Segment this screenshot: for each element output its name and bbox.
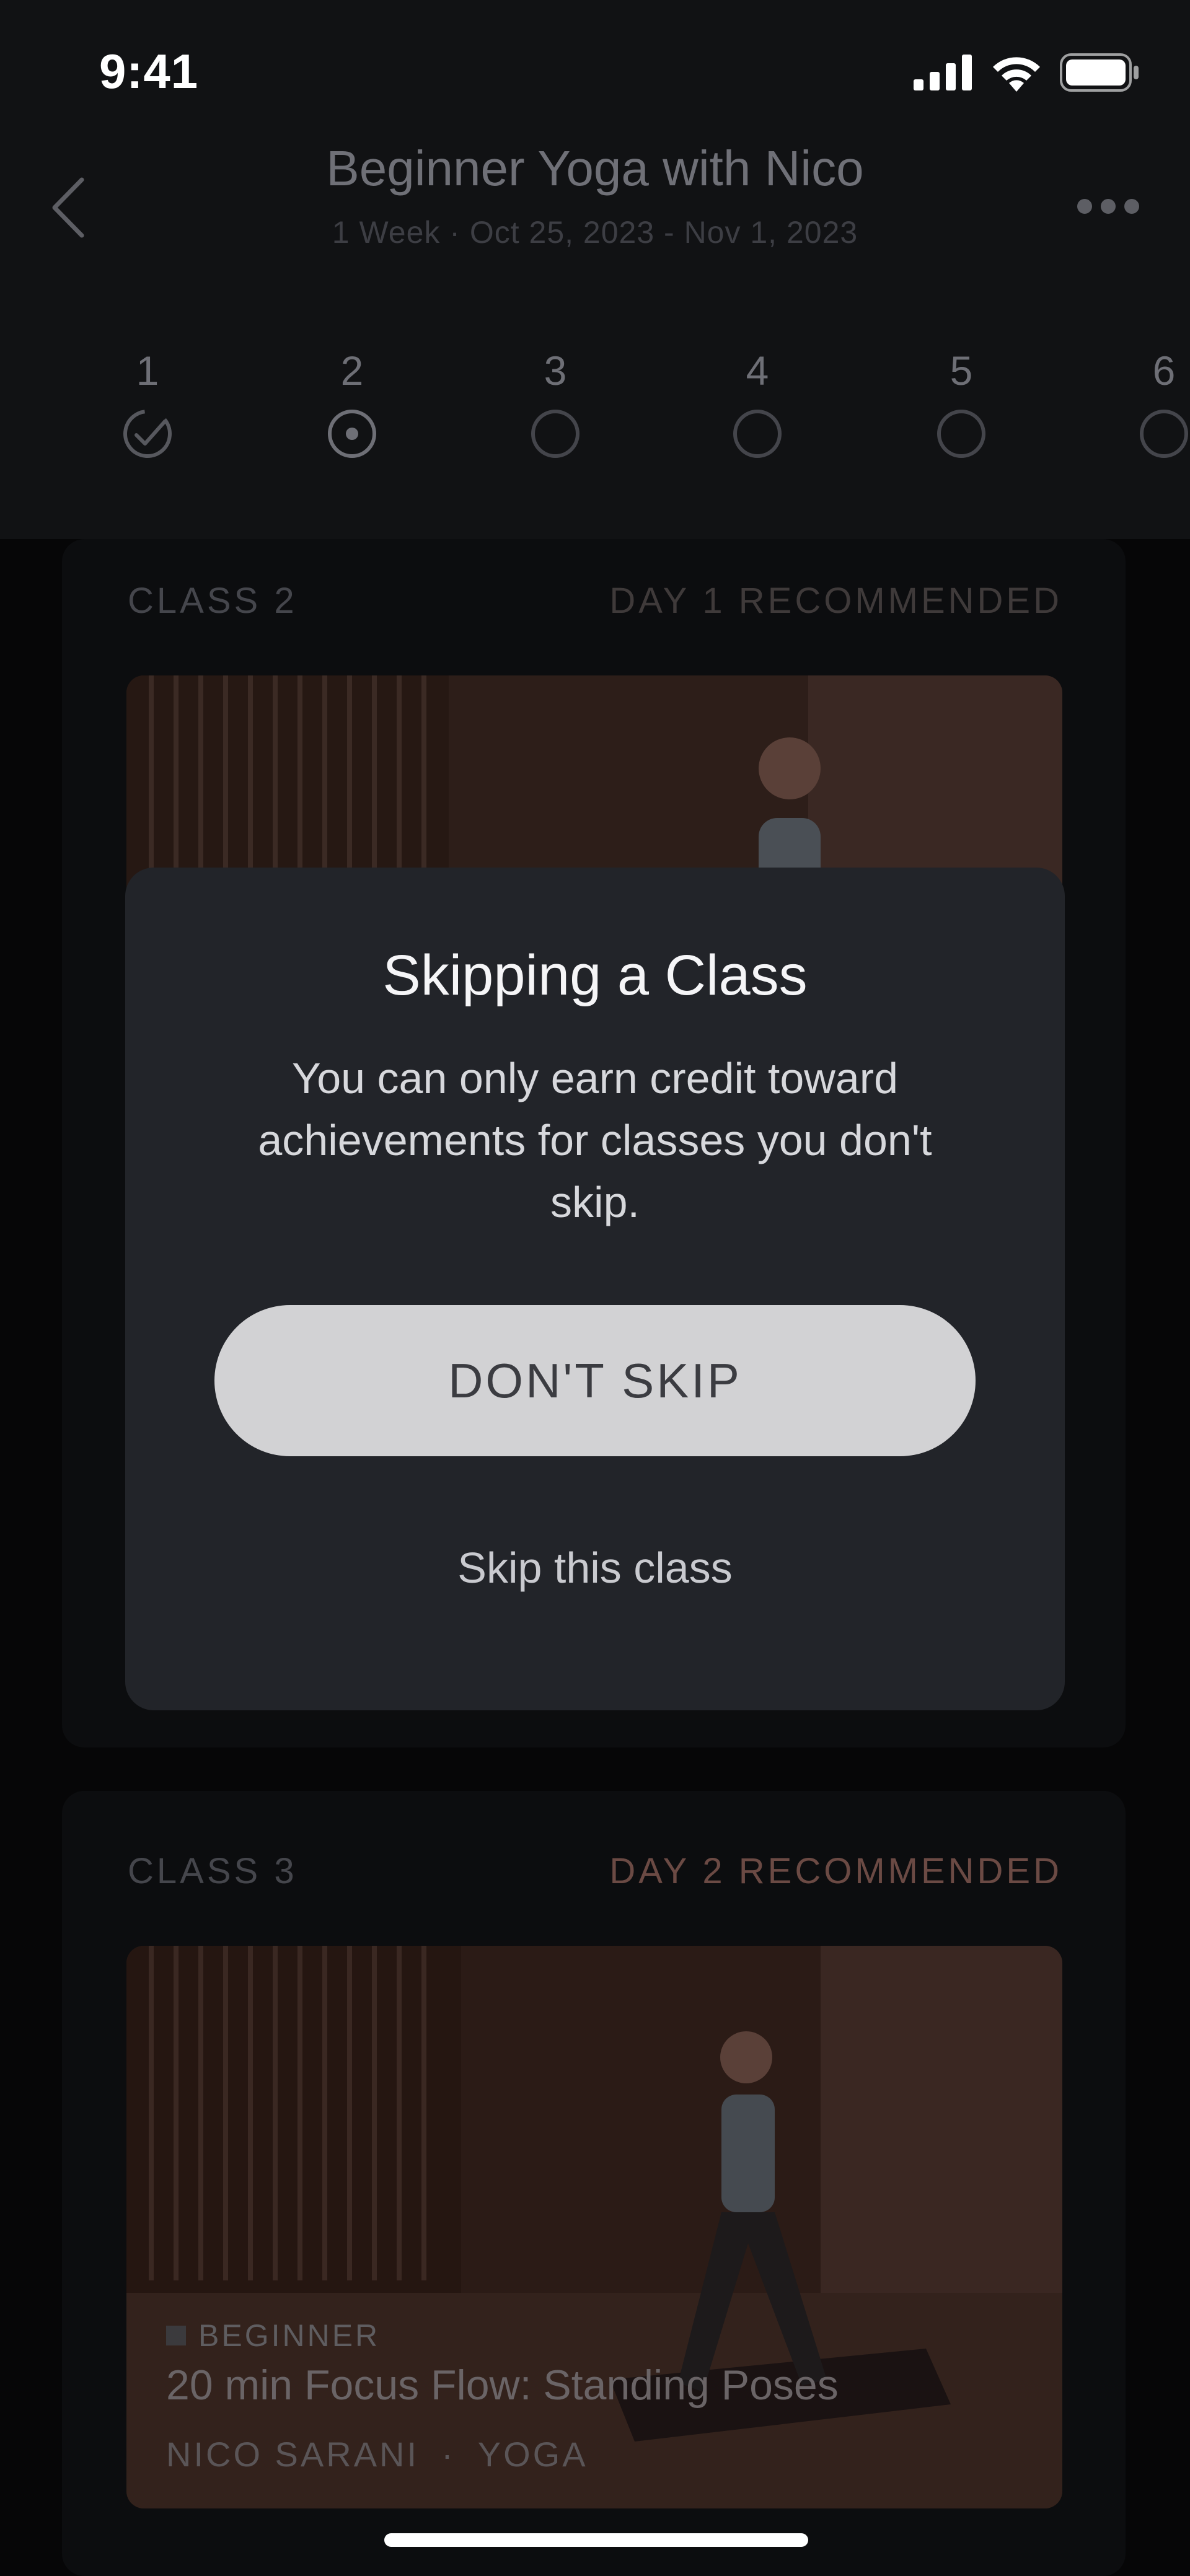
class-label: CLASS 3	[128, 1851, 298, 1891]
meta-separator: ·	[441, 2435, 456, 2474]
skip-class-dialog: Skipping a Class You can only earn credi…	[125, 868, 1065, 1710]
signal-icon	[914, 55, 972, 90]
week-tab-1[interactable]: 1	[104, 347, 191, 463]
skip-this-class-button[interactable]: Skip this class	[125, 1543, 1065, 1593]
level-label: BEGINNER	[198, 2318, 381, 2353]
week-number: 5	[950, 348, 973, 393]
dialog-title: Skipping a Class	[382, 944, 808, 1007]
wifi-icon	[993, 57, 1040, 92]
class-card-3[interactable]: CLASS 3 DAY 2 RECOMMENDED BEGINNER 20 mi…	[62, 1791, 1126, 2576]
week-number: 3	[544, 348, 567, 393]
week-tab-6[interactable]: 6	[1121, 347, 1190, 463]
dont-skip-button[interactable]: DON'T SKIP	[214, 1305, 976, 1456]
class-title: 20 min Focus Flow: Standing Poses	[166, 2362, 839, 2409]
program-title: Beginner Yoga with Nico	[326, 141, 864, 196]
dialog-message: You can only earn credit toward achievem…	[258, 1054, 932, 1226]
week-tab-4[interactable]: 4	[714, 347, 801, 463]
class-thumbnail: BEGINNER 20 min Focus Flow: Standing Pos…	[126, 1946, 1062, 2508]
recommended-label: DAY 1 RECOMMENDED	[609, 581, 1062, 621]
current-week-radio-icon	[328, 410, 376, 458]
more-options-icon[interactable]	[1076, 197, 1140, 216]
week-tab-3[interactable]: 3	[512, 347, 599, 463]
week-number: 6	[1152, 348, 1176, 393]
recommended-label: DAY 2 RECOMMENDED	[609, 1851, 1062, 1891]
instructor-name: NICO SARANI	[166, 2435, 420, 2474]
status-icons	[914, 51, 1140, 94]
level-square-icon	[166, 2326, 186, 2345]
week-selector: 1 2 3 4 5 6	[0, 347, 1190, 471]
week-number: 1	[136, 348, 159, 393]
yoga-photo	[126, 1946, 1062, 2508]
level-badge: BEGINNER	[166, 2318, 380, 2354]
program-subtitle: 1 Week · Oct 25, 2023 - Nov 1, 2023	[332, 215, 858, 250]
home-indicator	[384, 2533, 808, 2547]
status-time: 9:41	[99, 44, 199, 99]
empty-circle-icon	[733, 410, 782, 458]
empty-circle-icon	[1140, 410, 1188, 458]
class-label: CLASS 2	[128, 581, 298, 621]
empty-circle-icon	[937, 410, 985, 458]
week-tab-5[interactable]: 5	[918, 347, 1005, 463]
check-circle-icon	[123, 410, 172, 458]
class-meta: NICO SARANI · YOGA	[166, 2434, 588, 2474]
class-category: YOGA	[477, 2435, 588, 2474]
week-number: 4	[746, 348, 769, 393]
week-number: 2	[340, 348, 364, 393]
week-tab-2[interactable]: 2	[309, 347, 395, 463]
empty-circle-icon	[531, 410, 580, 458]
battery-icon	[1060, 53, 1139, 92]
